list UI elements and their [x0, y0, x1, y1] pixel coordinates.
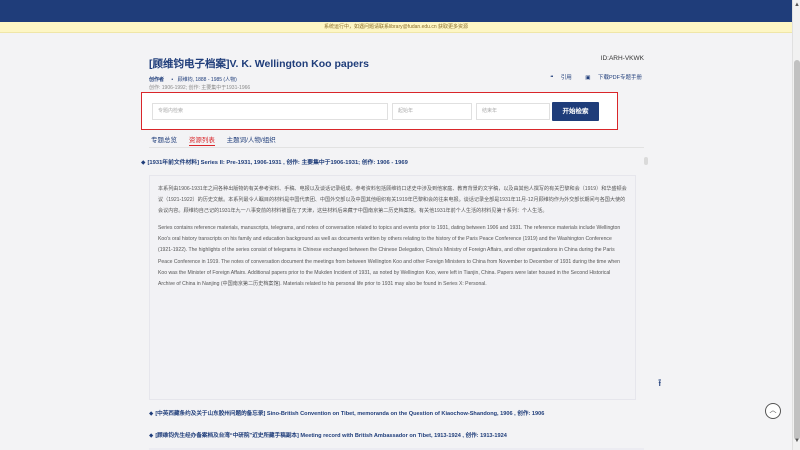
item-triangle-icon: ◆ — [149, 433, 154, 439]
scroll-down-icon[interactable]: ▼ — [794, 438, 800, 444]
start-year-input[interactable]: 起始年 — [392, 103, 472, 120]
page-scrollbar[interactable]: ▲ ▼ — [792, 0, 800, 450]
search-input[interactable]: 专题内检索 — [152, 103, 388, 120]
creator-line: 创作者 • 顾维钧, 1888 - 1985 (人物) — [149, 76, 237, 83]
item-triangle-icon: ◆ — [149, 411, 154, 417]
tab-subjects[interactable]: 主题词/人物/组织 — [227, 137, 276, 144]
notice-banner: 系统运行中，如遇问题请联系library@fudan.edu.cn 获取更多资源 — [0, 22, 792, 33]
pdf-download-link[interactable]: ▣ 下载PDF专题手册 — [579, 75, 642, 81]
bullet-icon: • — [171, 77, 174, 83]
collection-id: ID:ARH-VKWK — [600, 55, 644, 62]
search-button[interactable]: 开始检索 — [552, 102, 599, 121]
tab-bar: 专题总览 资源列表 主题词/人物/组织 — [151, 134, 286, 146]
collection-page: [顾维钧电子档案]V. K. Wellington Koo papers ID:… — [141, 44, 648, 450]
description-english: Series contains reference materials, man… — [158, 225, 621, 287]
expand-triangle-icon: ◆ — [141, 160, 146, 166]
scroll-top-button[interactable]: ︿ — [765, 403, 781, 419]
tab-overview[interactable]: 专题总览 — [151, 137, 177, 144]
action-links: ❝ 引用 ▣ 下载PDF专题手册 — [538, 73, 642, 81]
tab-resource-list[interactable]: 资源列表 — [188, 137, 215, 146]
pdf-icon: ▣ — [585, 75, 591, 81]
series-description: 本系列由1906-1931年之间各种出版物的有关参考资料、手稿、电报以及谈话记录… — [149, 175, 636, 400]
description-chinese: 本系列由1906-1931年之间各种出版物的有关参考资料、手稿、电报以及谈话记录… — [158, 186, 627, 215]
inner-scroll-indicator[interactable] — [644, 157, 648, 165]
creator-label: 创作者 — [149, 77, 165, 83]
scroll-up-icon[interactable]: ▲ — [794, 2, 800, 8]
creation-dates: 创作: 1906-1992; 创作: 主要集中于1931-1966 — [149, 85, 251, 91]
page-title: [顾维钧电子档案]V. K. Wellington Koo papers — [149, 58, 369, 70]
creator-link[interactable]: 顾维钧, 1888 - 1985 (人物) — [178, 77, 237, 83]
list-item[interactable]: ◆ [顾维钧先生经办备案档及台湾“中研院”近史所藏手稿副本] Meeting re… — [149, 431, 507, 439]
end-year-input[interactable]: 结束年 — [476, 103, 550, 120]
list-item[interactable]: ◆ [中英西藏条约及关于山东胶州问题的备忘录] Sino-British Conv… — [149, 409, 544, 417]
series-heading[interactable]: ◆ [1931年前文件材料] Series II: Pre-1931, 1906-… — [141, 157, 647, 166]
search-panel: 专题内检索 起始年 结束年 开始检索 — [141, 92, 618, 130]
tab-divider — [149, 147, 644, 148]
scrollbar-thumb[interactable] — [794, 60, 800, 440]
back-to-top-icon[interactable]: ⭱ — [658, 376, 662, 393]
quote-icon: ❝ — [550, 75, 554, 81]
top-navigation-bar: 系统运行中，如遇问题请联系library@fudan.edu.cn 获取更多资源 — [0, 0, 792, 33]
title-row: [顾维钧电子档案]V. K. Wellington Koo papers ID:… — [149, 54, 644, 70]
cite-link[interactable]: ❝ 引用 — [544, 75, 572, 81]
